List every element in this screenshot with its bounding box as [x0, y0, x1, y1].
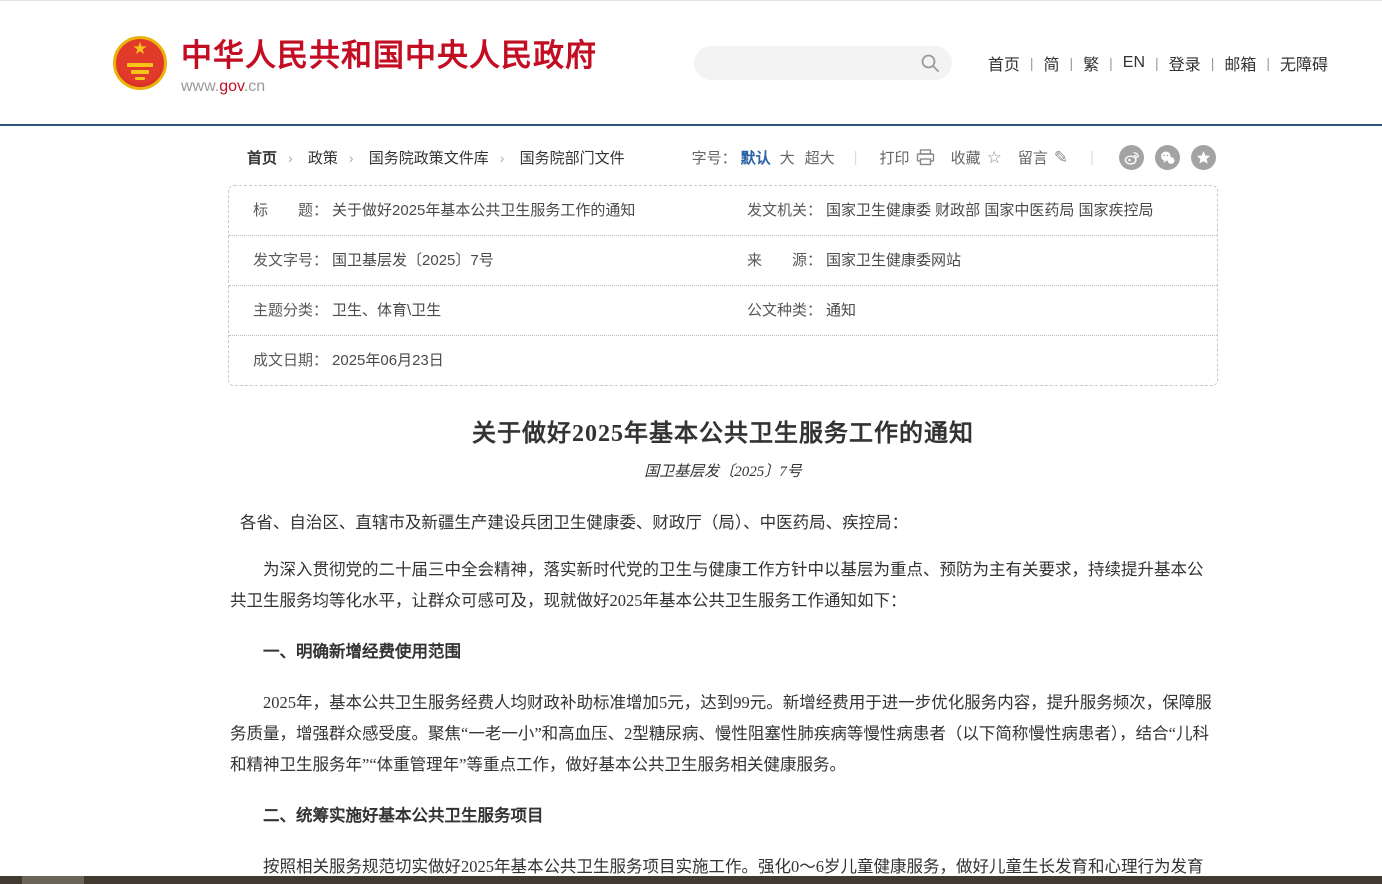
search-icon[interactable] — [920, 53, 940, 73]
top-nav: 首页| 简| 繁| EN| 登录| 邮箱| 无障碍 — [978, 51, 1338, 75]
meta-label: 成文日期： — [253, 351, 328, 370]
share-qzone-button[interactable] — [1191, 145, 1216, 170]
meta-label: 发文字号： — [253, 251, 328, 270]
meta-label: 主题分类： — [253, 301, 328, 320]
meta-label: 发文机关： — [747, 201, 822, 220]
meta-label: 标 题： — [253, 201, 328, 220]
nav-accessibility[interactable]: 无障碍 — [1270, 51, 1338, 75]
emblem-star-icon: ★ — [116, 40, 164, 57]
meta-label: 来 源： — [747, 251, 822, 270]
article: 关于做好2025年基本公共卫生服务工作的通知 国卫基层发〔2025〕7号 各省、… — [228, 413, 1218, 884]
breadcrumb-library[interactable]: 国务院政策文件库 — [369, 150, 489, 167]
share-wechat-button[interactable] — [1155, 145, 1180, 170]
breadcrumb-policy[interactable]: 政策 — [308, 150, 338, 167]
meta-value-date: 2025年06月23日 — [332, 351, 444, 370]
comment-button[interactable]: 留言 ✎ — [1018, 147, 1068, 168]
breadcrumb: 首页 › 政策 › 国务院政策文件库 › 国务院部门文件 — [247, 147, 625, 168]
salutation-paragraph: 各省、自治区、直辖市及新疆生产建设兵团卫生健康委、财政厅（局）、中医药局、疾控局… — [230, 507, 1216, 538]
search-input[interactable] — [694, 46, 920, 80]
printer-icon — [916, 149, 935, 166]
meta-row: 主题分类：卫生、体育\卫生 公文种类：通知 — [229, 286, 1217, 336]
favorite-button[interactable]: 收藏 ☆ — [951, 147, 1002, 168]
nav-home[interactable]: 首页 — [978, 51, 1030, 75]
site-url: www.gov.cn — [181, 78, 597, 96]
font-size-xlarge-button[interactable]: 超大 — [805, 147, 835, 168]
document-number: 国卫基层发〔2025〕7号 — [230, 460, 1216, 481]
site-header: ★ 中华人民共和国中央人民政府 www.gov.cn 首页| 简| 繁| EN|… — [0, 1, 1382, 126]
nav-simplified[interactable]: 简 — [1033, 51, 1069, 75]
site-brand[interactable]: ★ 中华人民共和国中央人民政府 www.gov.cn — [113, 30, 597, 96]
section-heading-1: 一、明确新增经费使用范围 — [230, 636, 1216, 667]
nav-traditional[interactable]: 繁 — [1073, 51, 1109, 75]
meta-row: 标 题：关于做好2025年基本公共卫生服务工作的通知 发文机关：国家卫生健康委 … — [229, 186, 1217, 236]
nav-login[interactable]: 登录 — [1159, 51, 1211, 75]
meta-row: 发文字号：国卫基层发〔2025〕7号 来 源：国家卫生健康委网站 — [229, 236, 1217, 286]
meta-value-issuing-org: 国家卫生健康委 财政部 国家中医药局 国家疾控局 — [826, 201, 1154, 220]
wechat-icon — [1159, 149, 1176, 166]
chevron-right-icon: › — [500, 150, 505, 166]
section-heading-2: 二、统筹实施好基本公共卫生服务项目 — [230, 800, 1216, 831]
body-paragraph: 2025年，基本公共卫生服务经费人均财政补助标准增加5元，达到99元。新增经费用… — [230, 687, 1216, 780]
chevron-right-icon: › — [349, 150, 354, 166]
breadcrumb-home[interactable]: 首页 — [247, 150, 277, 167]
share-weibo-button[interactable] — [1119, 145, 1144, 170]
document-title: 关于做好2025年基本公共卫生服务工作的通知 — [230, 413, 1216, 448]
font-size-large-button[interactable]: 大 — [780, 147, 795, 168]
meta-value-title: 关于做好2025年基本公共卫生服务工作的通知 — [332, 201, 635, 220]
article-toolbar: 字号： 默认 大 超大 | 打印 收藏 ☆ 留言 ✎ | — [692, 145, 1218, 170]
body-paragraph: 为深入贯彻党的二十届三中全会精神，落实新时代党的卫生与健康工作方针中以基层为重点… — [230, 554, 1216, 616]
nav-english[interactable]: EN — [1113, 54, 1155, 72]
font-size-default-button[interactable]: 默认 — [741, 147, 771, 168]
pencil-icon: ✎ — [1054, 148, 1068, 168]
meta-label: 公文种类： — [747, 301, 822, 320]
font-size-label: 字号： — [692, 147, 737, 168]
meta-value-doc-type: 通知 — [826, 301, 856, 320]
nav-mailbox[interactable]: 邮箱 — [1214, 51, 1266, 75]
breadcrumb-dept-docs[interactable]: 国务院部门文件 — [520, 150, 625, 167]
document-body: 各省、自治区、直辖市及新疆生产建设兵团卫生健康委、财政厅（局）、中医药局、疾控局… — [230, 507, 1216, 884]
meta-row: 成文日期：2025年06月23日 — [229, 336, 1217, 385]
chevron-right-icon: › — [288, 150, 293, 166]
star-share-icon — [1195, 149, 1212, 166]
meta-value-source: 国家卫生健康委网站 — [826, 251, 961, 270]
national-emblem-logo: ★ — [113, 36, 167, 90]
meta-value-doc-number: 国卫基层发〔2025〕7号 — [332, 251, 494, 270]
search-box[interactable] — [694, 46, 952, 80]
footer-top-edge — [0, 876, 1382, 884]
meta-value-topic-category: 卫生、体育\卫生 — [332, 301, 441, 320]
print-button[interactable]: 打印 — [880, 147, 935, 168]
weibo-icon — [1123, 149, 1140, 166]
star-icon: ☆ — [987, 148, 1002, 168]
site-title: 中华人民共和国中央人民政府 — [181, 30, 597, 75]
document-meta-table: 标 题：关于做好2025年基本公共卫生服务工作的通知 发文机关：国家卫生健康委 … — [228, 185, 1218, 386]
